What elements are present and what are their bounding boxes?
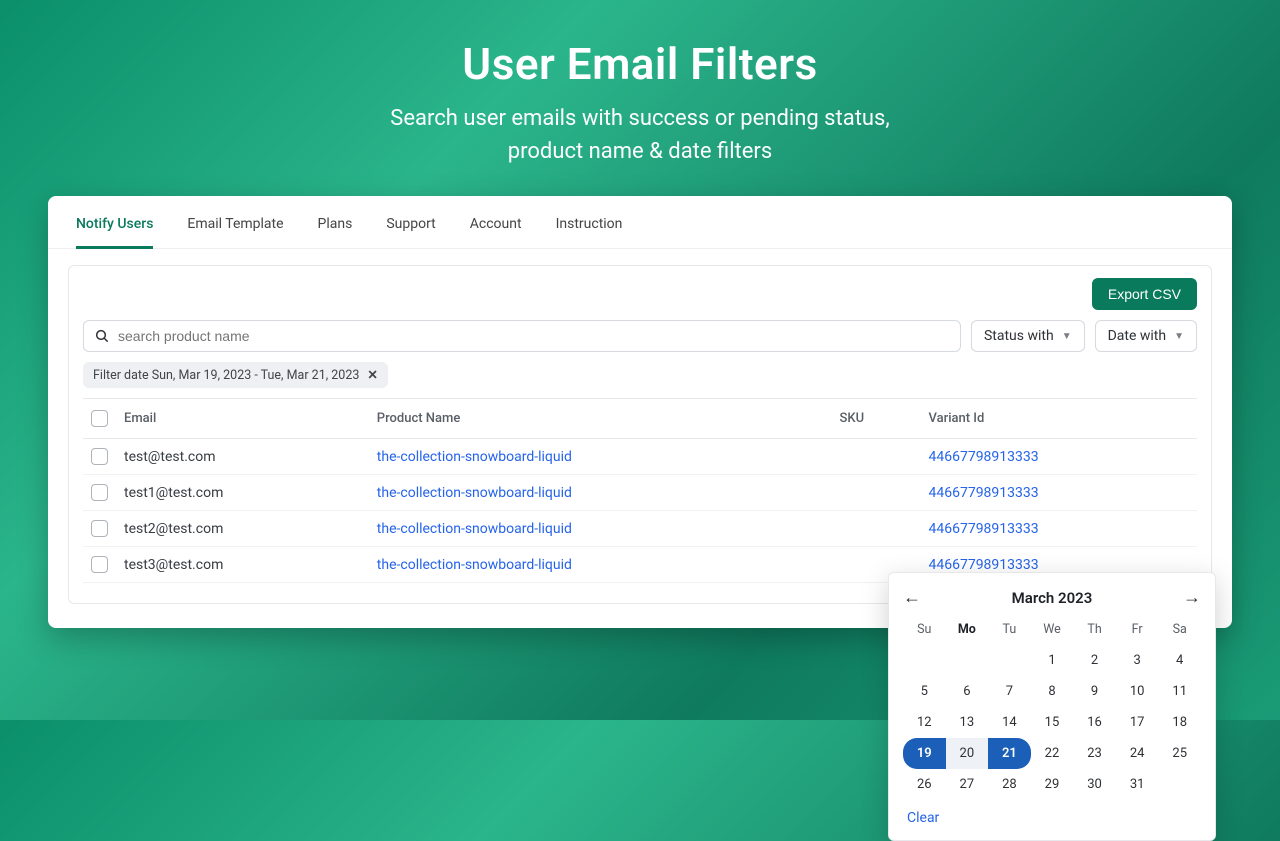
cell-email: test1@test.com	[116, 475, 369, 511]
calendar-day[interactable]: 9	[1073, 676, 1116, 707]
status-filter-dropdown[interactable]: Status with ▼	[971, 320, 1085, 352]
calendar-day[interactable]: 25	[1158, 738, 1201, 769]
cell-email: test@test.com	[116, 439, 369, 475]
calendar-day[interactable]: 8	[1031, 676, 1074, 707]
tab-notify-users[interactable]: Notify Users	[76, 216, 153, 249]
search-input[interactable]	[118, 328, 950, 344]
tab-plans[interactable]: Plans	[318, 216, 353, 248]
product-link[interactable]: the-collection-snowboard-liquid	[377, 521, 572, 537]
date-picker-popover: ← March 2023 → SuMoTuWeThFrSa12345678910…	[888, 572, 1216, 841]
calendar-day[interactable]: 28	[988, 769, 1031, 800]
row-checkbox[interactable]	[91, 520, 108, 537]
chevron-down-icon: ▼	[1062, 331, 1072, 342]
calendar-day[interactable]: 30	[1073, 769, 1116, 800]
date-filter-dropdown[interactable]: Date with ▼	[1095, 320, 1197, 352]
main-panel: Export CSV Status with ▼ Date with ▼ Fil…	[68, 265, 1212, 604]
row-checkbox[interactable]	[91, 448, 108, 465]
hero: User Email Filters Search user emails wi…	[0, 0, 1280, 168]
calendar-day[interactable]: 23	[1073, 738, 1116, 769]
prev-month-button[interactable]: ←	[903, 587, 921, 608]
select-all-checkbox[interactable]	[91, 410, 108, 427]
chevron-down-icon: ▼	[1174, 331, 1184, 342]
col-product: Product Name	[369, 399, 832, 439]
active-filters: Filter date Sun, Mar 19, 2023 - Tue, Mar…	[83, 362, 1197, 388]
calendar-day[interactable]: 15	[1031, 707, 1074, 738]
filter-controls: Status with ▼ Date with ▼	[83, 320, 1197, 352]
calendar-day[interactable]: 10	[1116, 676, 1159, 707]
variant-link[interactable]: 44667798913333	[928, 449, 1038, 465]
calendar-day[interactable]: 6	[946, 676, 989, 707]
table-row: test1@test.com the-collection-snowboard-l…	[83, 475, 1197, 511]
product-link[interactable]: the-collection-snowboard-liquid	[377, 449, 572, 465]
product-link[interactable]: the-collection-snowboard-liquid	[377, 557, 572, 573]
dow-label: We	[1031, 616, 1074, 645]
cell-sku	[832, 475, 921, 511]
cell-email: test2@test.com	[116, 511, 369, 547]
tab-bar: Notify Users Email Template Plans Support Ac…	[48, 196, 1232, 249]
calendar-day[interactable]: 11	[1158, 676, 1201, 707]
calendar-day[interactable]: 21	[988, 738, 1031, 769]
calendar-day[interactable]: 22	[1031, 738, 1074, 769]
calendar-day[interactable]: 19	[903, 738, 946, 769]
variant-link[interactable]: 44667798913333	[928, 521, 1038, 537]
calendar-day[interactable]: 14	[988, 707, 1031, 738]
calendar-day[interactable]: 16	[1073, 707, 1116, 738]
next-month-button[interactable]: →	[1183, 587, 1201, 608]
month-label: March 2023	[1012, 589, 1093, 607]
calendar-day[interactable]: 5	[903, 676, 946, 707]
calendar-day[interactable]: 24	[1116, 738, 1159, 769]
dow-label: Tu	[988, 616, 1031, 645]
search-box[interactable]	[83, 320, 961, 352]
clear-dates-button[interactable]: Clear	[903, 800, 1201, 830]
app-card: Notify Users Email Template Plans Support Ac…	[48, 196, 1232, 628]
product-link[interactable]: the-collection-snowboard-liquid	[377, 485, 572, 501]
col-sku: SKU	[832, 399, 921, 439]
calendar-day[interactable]: 18	[1158, 707, 1201, 738]
variant-link[interactable]: 44667798913333	[928, 557, 1038, 573]
table-row: test@test.com the-collection-snowboard-li…	[83, 439, 1197, 475]
dow-label: Su	[903, 616, 946, 645]
calendar-day[interactable]: 13	[946, 707, 989, 738]
tab-instruction[interactable]: Instruction	[556, 216, 623, 248]
calendar-day[interactable]: 27	[946, 769, 989, 800]
dow-label: Fr	[1116, 616, 1159, 645]
calendar-day[interactable]: 4	[1158, 645, 1201, 676]
row-checkbox[interactable]	[91, 484, 108, 501]
calendar-day[interactable]: 17	[1116, 707, 1159, 738]
hero-title: User Email Filters	[0, 38, 1280, 90]
col-email: Email	[116, 399, 369, 439]
calendar-day[interactable]: 3	[1116, 645, 1159, 676]
tab-email-template[interactable]: Email Template	[187, 216, 283, 248]
calendar-day[interactable]: 20	[946, 738, 989, 769]
date-filter-chip: Filter date Sun, Mar 19, 2023 - Tue, Mar…	[83, 362, 388, 388]
calendar-day[interactable]: 31	[1116, 769, 1159, 800]
calendar-day[interactable]: 26	[903, 769, 946, 800]
variant-link[interactable]: 44667798913333	[928, 485, 1038, 501]
tab-account[interactable]: Account	[470, 216, 522, 248]
col-variant: Variant Id	[920, 399, 1197, 439]
dow-label: Mo	[946, 616, 989, 645]
hero-subtitle: Search user emails with success or pendi…	[0, 102, 1280, 168]
cell-sku	[832, 511, 921, 547]
search-icon	[94, 328, 110, 344]
cell-sku	[832, 439, 921, 475]
calendar-day[interactable]: 29	[1031, 769, 1074, 800]
row-checkbox[interactable]	[91, 556, 108, 573]
close-icon[interactable]: ✕	[367, 367, 377, 383]
users-table: Email Product Name SKU Variant Id test@t…	[83, 398, 1197, 583]
dow-label: Sa	[1158, 616, 1201, 645]
calendar-day[interactable]: 2	[1073, 645, 1116, 676]
dow-label: Th	[1073, 616, 1116, 645]
top-actions: Export CSV	[83, 278, 1197, 310]
cell-email: test3@test.com	[116, 547, 369, 583]
calendar-day[interactable]: 7	[988, 676, 1031, 707]
export-csv-button[interactable]: Export CSV	[1092, 278, 1197, 310]
calendar-day[interactable]: 1	[1031, 645, 1074, 676]
tab-support[interactable]: Support	[386, 216, 435, 248]
calendar-day[interactable]: 12	[903, 707, 946, 738]
table-row: test2@test.com the-collection-snowboard-l…	[83, 511, 1197, 547]
